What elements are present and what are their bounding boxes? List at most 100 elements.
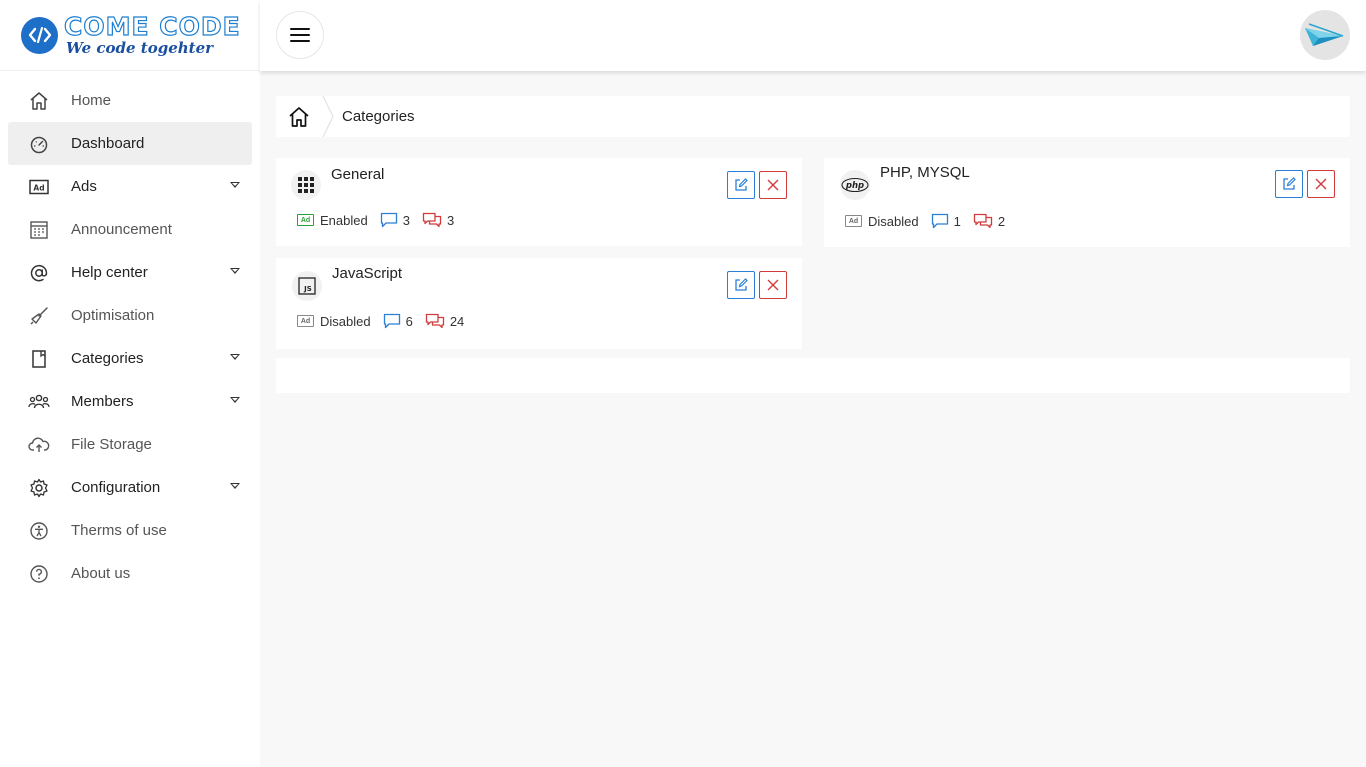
comments-icon — [973, 213, 992, 229]
grid-icon — [291, 170, 321, 200]
sidebar: COME CODE We code togehter Home Dashboar… — [0, 0, 260, 767]
topics-count: 3 — [402, 212, 410, 228]
brand-logo[interactable]: COME CODE We code togehter — [0, 0, 260, 71]
chevron-down-icon[interactable] — [230, 182, 240, 188]
chevron-down-icon[interactable] — [230, 397, 240, 403]
close-icon — [767, 279, 779, 291]
sidebar-item-home[interactable]: Home — [8, 79, 252, 122]
category-name[interactable]: General — [331, 166, 384, 183]
sidebar-item-terms-of-use[interactable]: Therms of use — [8, 509, 252, 552]
accessibility-icon — [28, 520, 50, 542]
question-circle-icon — [28, 563, 50, 585]
replies-count: 2 — [997, 213, 1006, 229]
ad-icon: Ad — [28, 176, 50, 198]
sidebar-item-categories[interactable]: Categories — [8, 337, 252, 380]
edit-button[interactable] — [727, 171, 755, 199]
comment-icon — [380, 212, 397, 228]
sidebar-item-dashboard[interactable]: Dashboard — [8, 122, 252, 165]
menu-toggle-button[interactable] — [276, 11, 324, 59]
speedometer-icon — [28, 133, 50, 155]
top-bar — [260, 0, 1366, 71]
comment-icon — [383, 313, 400, 329]
paper-plane-icon — [1305, 23, 1344, 46]
category-card: php PHP, MYSQL Ad Disabled 1 2 — [824, 158, 1350, 247]
svg-text:JS: JS — [303, 285, 312, 293]
category-name[interactable]: JavaScript — [332, 265, 402, 282]
breadcrumb-home-link[interactable] — [276, 96, 322, 137]
calendar-grid-icon — [28, 219, 50, 241]
chevron-down-icon[interactable] — [230, 354, 240, 360]
sidebar-item-label: Categories — [71, 350, 144, 367]
ads-status: Disabled — [868, 213, 919, 229]
sidebar-item-label: Announcement — [71, 221, 172, 238]
sidebar-item-label: Therms of use — [71, 522, 167, 539]
members-icon — [28, 391, 50, 413]
topics-count: 6 — [405, 313, 413, 329]
sidebar-item-label: Help center — [71, 264, 148, 281]
delete-button[interactable] — [759, 271, 787, 299]
brand-title: COME CODE — [63, 12, 241, 41]
replies-count: 24 — [449, 313, 465, 329]
sidebar-item-label: Optimisation — [71, 307, 155, 324]
breadcrumb-current: Categories — [342, 108, 415, 125]
category-card: JS JavaScript Ad Disabled 6 24 — [276, 258, 802, 349]
topics-count: 1 — [953, 213, 961, 229]
sidebar-item-label: Ads — [71, 178, 97, 195]
edit-icon — [735, 178, 748, 191]
ads-status: Disabled — [320, 313, 371, 329]
sidebar-item-members[interactable]: Members — [8, 380, 252, 423]
category-name[interactable]: PHP, MYSQL — [880, 164, 970, 181]
sidebar-item-label: Members — [71, 393, 134, 410]
ads-status: Enabled — [320, 212, 368, 228]
chevron-down-icon[interactable] — [230, 268, 240, 274]
sidebar-item-label: File Storage — [71, 436, 152, 453]
breadcrumb-separator — [322, 96, 334, 137]
sidebar-item-label: Home — [71, 92, 112, 109]
at-icon — [28, 262, 50, 284]
home-icon — [289, 106, 309, 127]
sidebar-item-file-storage[interactable]: File Storage — [8, 423, 252, 466]
php-icon: php — [840, 170, 870, 200]
edit-button[interactable] — [727, 271, 755, 299]
home-icon — [28, 90, 50, 112]
js-icon: JS — [292, 271, 322, 301]
sidebar-nav: Home Dashboard Ad Ads Announcement Help … — [0, 71, 260, 595]
ad-icon: Ad — [845, 215, 862, 227]
brand-subtitle: We code togehter — [66, 39, 214, 57]
sidebar-item-configuration[interactable]: Configuration — [8, 466, 252, 509]
sidebar-item-ads[interactable]: Ad Ads — [8, 165, 252, 208]
ad-icon: Ad — [297, 315, 314, 327]
comment-icon — [931, 213, 948, 229]
sidebar-item-announcement[interactable]: Announcement — [8, 208, 252, 251]
breadcrumb: Categories — [276, 96, 1350, 137]
sidebar-item-optimisation[interactable]: Optimisation — [8, 294, 252, 337]
pagination-bar — [276, 358, 1350, 393]
category-card: General Ad Enabled 3 3 — [276, 158, 802, 246]
replies-count: 3 — [446, 212, 455, 228]
avatar[interactable] — [1300, 10, 1350, 60]
edit-icon — [1283, 177, 1296, 190]
edit-button[interactable] — [1275, 170, 1303, 198]
svg-text:php: php — [845, 181, 864, 191]
brush-icon — [28, 305, 50, 327]
svg-text:Ad: Ad — [33, 183, 44, 192]
sidebar-item-label: Configuration — [71, 479, 161, 496]
sidebar-item-label: About us — [71, 565, 131, 582]
delete-button[interactable] — [759, 171, 787, 199]
edit-icon — [735, 278, 748, 291]
delete-button[interactable] — [1307, 170, 1335, 198]
ad-icon: Ad — [297, 214, 314, 226]
comments-icon — [422, 212, 442, 228]
sidebar-item-about-us[interactable]: About us — [8, 552, 252, 595]
code-brackets-icon — [21, 16, 58, 54]
comments-icon — [425, 313, 444, 329]
sidebar-item-help-center[interactable]: Help center — [8, 251, 252, 294]
cloud-upload-icon — [28, 434, 50, 456]
sidebar-item-label: Dashboard — [71, 135, 145, 152]
close-icon — [767, 179, 779, 191]
bookmark-icon — [28, 348, 50, 370]
gear-icon — [28, 477, 50, 499]
chevron-down-icon[interactable] — [230, 483, 240, 489]
close-icon — [1315, 178, 1327, 190]
hamburger-icon — [290, 28, 310, 42]
